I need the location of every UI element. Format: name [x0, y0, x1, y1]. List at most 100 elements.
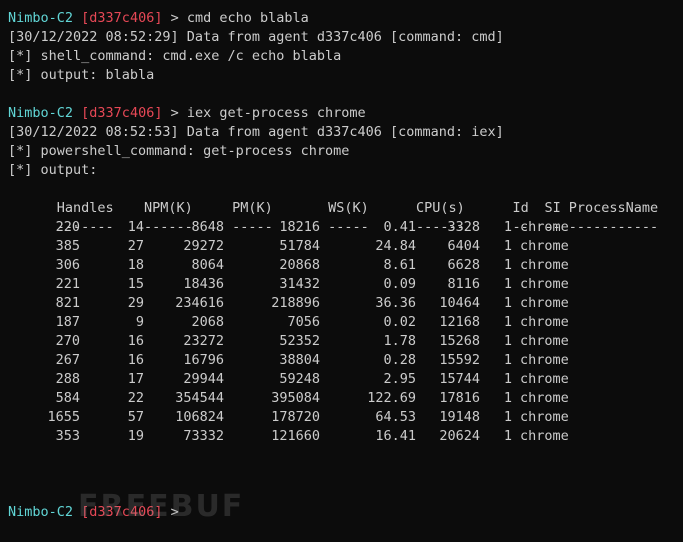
- table-row: 288 17 29944 59248 2.95 15744 1 chrome: [8, 370, 683, 389]
- cell-processname: chrome: [520, 219, 569, 235]
- prompt-line: Nimbo-C2 [d337c406] > cmd echo blabla: [8, 9, 683, 28]
- cell-id: 15592: [439, 352, 480, 368]
- table-row: 267 16 16796 38804 0.28 15592 1 chrome: [8, 351, 683, 370]
- cell-processname: chrome: [520, 333, 569, 349]
- cell-cpu: 8.61: [383, 257, 416, 273]
- prompt-arrow: >: [162, 10, 187, 26]
- prompt-name: Nimbo-C2: [8, 504, 74, 520]
- cell-id: 17816: [439, 390, 480, 406]
- header-cpu: CPU(s): [416, 200, 465, 216]
- cell-si: 1: [503, 428, 512, 444]
- cell-pm: 16796: [183, 352, 224, 368]
- cell-ws: 121660: [271, 428, 320, 444]
- process-table: Handles NPM(K) PM(K) WS(K) CPU(s) Id SI Process…: [8, 180, 683, 446]
- cell-id: 6404: [447, 238, 480, 254]
- cell-handles: 353: [55, 428, 80, 444]
- current-prompt[interactable]: Nimbo-C2 [d337c406] >: [8, 503, 187, 522]
- command-text: iex get-process chrome: [186, 105, 366, 121]
- cell-processname: chrome: [520, 238, 569, 254]
- cell-cpu: 0.02: [383, 314, 416, 330]
- cell-si: 1: [503, 314, 512, 330]
- cell-handles: 187: [55, 314, 80, 330]
- cell-si: 1: [503, 238, 512, 254]
- cell-processname: chrome: [520, 390, 569, 406]
- cell-id: 19148: [439, 409, 480, 425]
- cell-npm: 29: [127, 295, 144, 311]
- cell-pm: 106824: [175, 409, 224, 425]
- prompt-name: Nimbo-C2: [8, 105, 74, 121]
- cell-cpu: 2.95: [383, 371, 416, 387]
- header-npm: NPM(K): [144, 200, 193, 216]
- cell-ws: 38804: [279, 352, 320, 368]
- cell-si: 1: [503, 333, 512, 349]
- header-pm: PM(K): [232, 200, 273, 216]
- table-row: 385 27 29272 51784 24.84 6404 1 chrome: [8, 237, 683, 256]
- cell-si: 1: [503, 257, 512, 273]
- cell-cpu: 0.41: [383, 219, 416, 235]
- prompt-agent-id: [d337c406]: [81, 105, 163, 121]
- cell-npm: 18: [127, 257, 144, 273]
- table-row: 1655 57 106824 178720 64.53 19148 1 chrome: [8, 408, 683, 427]
- terminal-window[interactable]: Nimbo-C2 [d337c406] > cmd echo blabla [3…: [0, 0, 683, 542]
- cell-pm: 18436: [183, 276, 224, 292]
- cell-pm: 73332: [183, 428, 224, 444]
- cell-handles: 288: [55, 371, 80, 387]
- header-handles: Handles: [56, 200, 114, 216]
- cell-npm: 57: [127, 409, 144, 425]
- cell-ws: 178720: [271, 409, 320, 425]
- cell-si: 1: [503, 295, 512, 311]
- cell-cpu: 1.78: [383, 333, 416, 349]
- cell-ws: 218896: [271, 295, 320, 311]
- cell-id: 8116: [447, 276, 480, 292]
- table-row: 220 14 8648 18216 0.41 3328 1 chrome: [8, 218, 683, 237]
- cell-cpu: 36.36: [375, 295, 416, 311]
- cell-npm: 15: [127, 276, 144, 292]
- powershell-command-line: [*] powershell_command: get-process chro…: [8, 143, 350, 159]
- cell-cpu: 122.69: [367, 390, 416, 406]
- cell-npm: 17: [127, 371, 144, 387]
- cell-handles: 584: [55, 390, 80, 406]
- output-line: [*] output: blabla: [8, 67, 155, 83]
- cell-id: 15744: [439, 371, 480, 387]
- cell-id: 6628: [447, 257, 480, 273]
- prompt-line: Nimbo-C2 [d337c406] > iex get-process ch…: [8, 104, 683, 123]
- cell-handles: 220: [55, 219, 80, 235]
- cell-processname: chrome: [520, 276, 569, 292]
- cell-ws: 7056: [287, 314, 320, 330]
- cell-cpu: 64.53: [375, 409, 416, 425]
- table-row: 584 22 354544 395084 122.69 17816 1 chrome: [8, 389, 683, 408]
- cell-pm: 23272: [183, 333, 224, 349]
- cell-processname: chrome: [520, 428, 569, 444]
- cell-si: 1: [503, 219, 512, 235]
- cell-si: 1: [503, 371, 512, 387]
- prompt-agent-id: [d337c406]: [81, 10, 163, 26]
- cell-handles: 821: [55, 295, 80, 311]
- cell-handles: 267: [55, 352, 80, 368]
- shell-command-line: [*] shell_command: cmd.exe /c echo blabl…: [8, 48, 342, 64]
- prompt-arrow: >: [162, 504, 187, 520]
- cell-handles: 1655: [47, 409, 80, 425]
- cell-id: 20624: [439, 428, 480, 444]
- table-row: 187 9 2068 7056 0.02 12168 1 chrome: [8, 313, 683, 332]
- cell-si: 1: [503, 276, 512, 292]
- cell-npm: 19: [127, 428, 144, 444]
- table-row: 306 18 8064 20868 8.61 6628 1 chrome: [8, 256, 683, 275]
- cell-handles: 270: [55, 333, 80, 349]
- header-si: SI: [544, 200, 561, 216]
- cell-id: 3328: [447, 219, 480, 235]
- cell-id: 12168: [439, 314, 480, 330]
- cell-si: 1: [503, 390, 512, 406]
- header-ws: WS(K): [328, 200, 369, 216]
- cell-npm: 22: [127, 390, 144, 406]
- cell-ws: 52352: [279, 333, 320, 349]
- prompt-name: Nimbo-C2: [8, 10, 74, 26]
- cell-pm: 8648: [191, 219, 224, 235]
- cell-si: 1: [503, 352, 512, 368]
- cell-processname: chrome: [520, 371, 569, 387]
- header-id: Id: [512, 200, 529, 216]
- header-processname: ProcessName: [568, 200, 659, 216]
- cell-ws: 395084: [271, 390, 320, 406]
- cell-processname: chrome: [520, 314, 569, 330]
- cell-id: 15268: [439, 333, 480, 349]
